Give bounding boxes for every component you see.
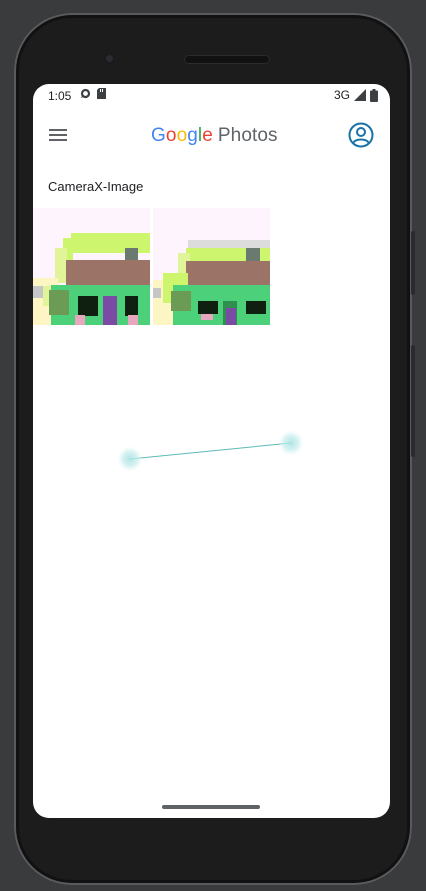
app-bar: Google Photos <box>33 114 390 158</box>
screen: 1:05 3G Google Photos CameraX-Image <box>33 84 390 818</box>
photo-thumbnail-1[interactable] <box>33 208 150 325</box>
photo-1-image <box>33 208 150 325</box>
logo-letter-g: G <box>151 125 166 146</box>
battery-icon <box>370 88 378 102</box>
google-photos-logo: Google Photos <box>151 125 278 147</box>
gesture-path-line <box>129 442 292 460</box>
photo-thumbnail-2[interactable] <box>153 208 270 325</box>
logo-letter-g2: g <box>187 125 198 146</box>
album-title: CameraX-Image <box>48 179 144 194</box>
phone-frame: 1:05 3G Google Photos CameraX-Image <box>14 13 415 885</box>
front-camera <box>103 52 116 65</box>
signal-icon <box>354 89 366 101</box>
home-indicator[interactable] <box>162 805 260 809</box>
status-time: 1:05 <box>48 89 72 103</box>
photo-2-image <box>153 208 270 325</box>
sd-card-icon <box>97 88 106 99</box>
whatsapp-icon <box>80 88 91 99</box>
logo-photos-text: Photos <box>217 125 278 146</box>
hamburger-menu-icon[interactable] <box>48 126 68 144</box>
logo-letter-e: e <box>202 125 213 146</box>
network-type: 3G <box>333 88 350 102</box>
touch-point-start <box>118 447 142 471</box>
earpiece-speaker <box>184 55 270 64</box>
logo-letter-o1: o <box>165 125 177 146</box>
touch-point-end <box>279 431 303 455</box>
logo-letter-o2: o <box>176 125 188 146</box>
power-button <box>411 231 415 295</box>
account-circle-icon[interactable] <box>348 122 374 148</box>
gesture-overlay <box>118 431 303 471</box>
volume-button <box>411 345 415 457</box>
status-bar: 1:05 3G <box>33 84 390 106</box>
